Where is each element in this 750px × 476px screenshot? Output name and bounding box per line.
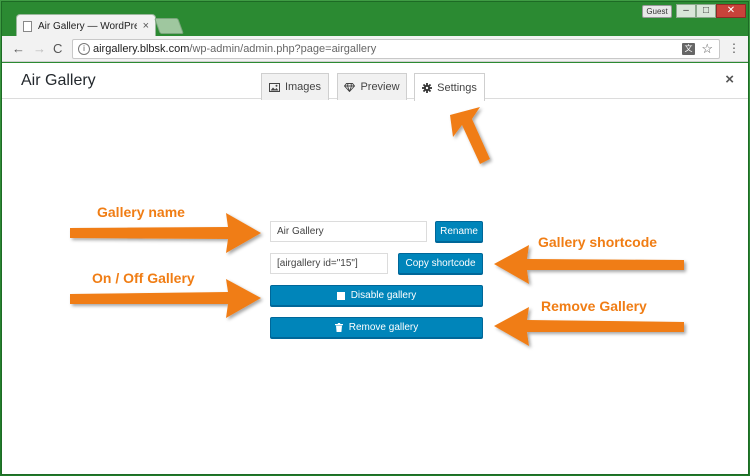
browser-window: Air Gallery — WordPress × Guest – □ ✕ ← … [1,1,749,475]
diamond-icon [344,82,356,92]
annotation-shortcode: Gallery shortcode [538,234,658,250]
remove-gallery-label: Remove gallery [348,322,419,333]
tab-settings-label: Settings [437,81,477,94]
disable-gallery-label: Disable gallery [350,290,417,301]
forward-icon[interactable]: → [33,41,46,57]
copy-shortcode-button[interactable]: Copy shortcode [398,253,483,274]
reload-icon[interactable]: C [53,41,62,57]
annotation-remove: Remove Gallery [541,298,647,314]
title-bar: Air Gallery — WordPress × Guest – □ ✕ [2,2,748,37]
arrow-to-shortcode [494,245,684,284]
page-icon [23,20,32,32]
image-icon [268,82,280,92]
rename-button-label: Rename [440,226,478,237]
maximize-button[interactable]: □ [696,4,716,18]
tab-settings[interactable]: Settings [414,73,485,101]
back-icon[interactable]: ← [12,41,25,57]
site-info-icon[interactable]: i [78,43,90,55]
browser-tab[interactable]: Air Gallery — WordPress × [16,14,156,37]
admin-page: Air Gallery Images Preview Settings × Ai… [2,63,748,474]
annotation-on-off: On / Off Gallery [92,270,195,286]
url-host: airgallery.blbsk.com [93,43,190,55]
tab-preview-label: Preview [360,81,400,93]
checkbox-icon [336,291,345,300]
tab-images-label: Images [284,81,322,93]
url-path: /wp-admin/admin.php?page=airgallery [189,43,377,55]
new-tab-button[interactable] [154,18,184,34]
tab-title: Air Gallery — WordPress [38,20,137,32]
disable-gallery-button[interactable]: Disable gallery [270,285,483,306]
minimize-button[interactable]: – [676,4,696,18]
page-title: Air Gallery [21,72,96,89]
address-bar[interactable]: i airgallery.blbsk.com/wp-admin/admin.ph… [72,39,720,59]
tab-preview[interactable]: Preview [337,73,407,100]
annotation-gallery-name: Gallery name [97,204,185,220]
bookmark-star-icon[interactable]: ☆ [701,40,713,58]
gear-icon [422,82,433,93]
translate-icon[interactable]: 文 [682,43,695,55]
rename-button[interactable]: Rename [435,221,483,242]
browser-menu-icon[interactable]: ⋮ [728,41,740,55]
remove-gallery-button[interactable]: Remove gallery [270,317,483,338]
tab-images[interactable]: Images [261,73,329,100]
copy-shortcode-label: Copy shortcode [405,258,476,269]
arrow-to-settings [450,107,490,164]
shortcode-field[interactable] [270,253,388,274]
trash-icon [334,323,343,332]
window-close-button[interactable]: ✕ [716,4,746,18]
browser-toolbar: ← → C i airgallery.blbsk.com/wp-admin/ad… [2,36,748,62]
guest-profile-button[interactable]: Guest [642,5,672,18]
tab-close-icon[interactable]: × [143,20,149,32]
gallery-name-input[interactable] [270,221,427,242]
close-icon[interactable]: × [725,71,734,88]
page-header: Air Gallery Images Preview Settings × [2,63,748,101]
